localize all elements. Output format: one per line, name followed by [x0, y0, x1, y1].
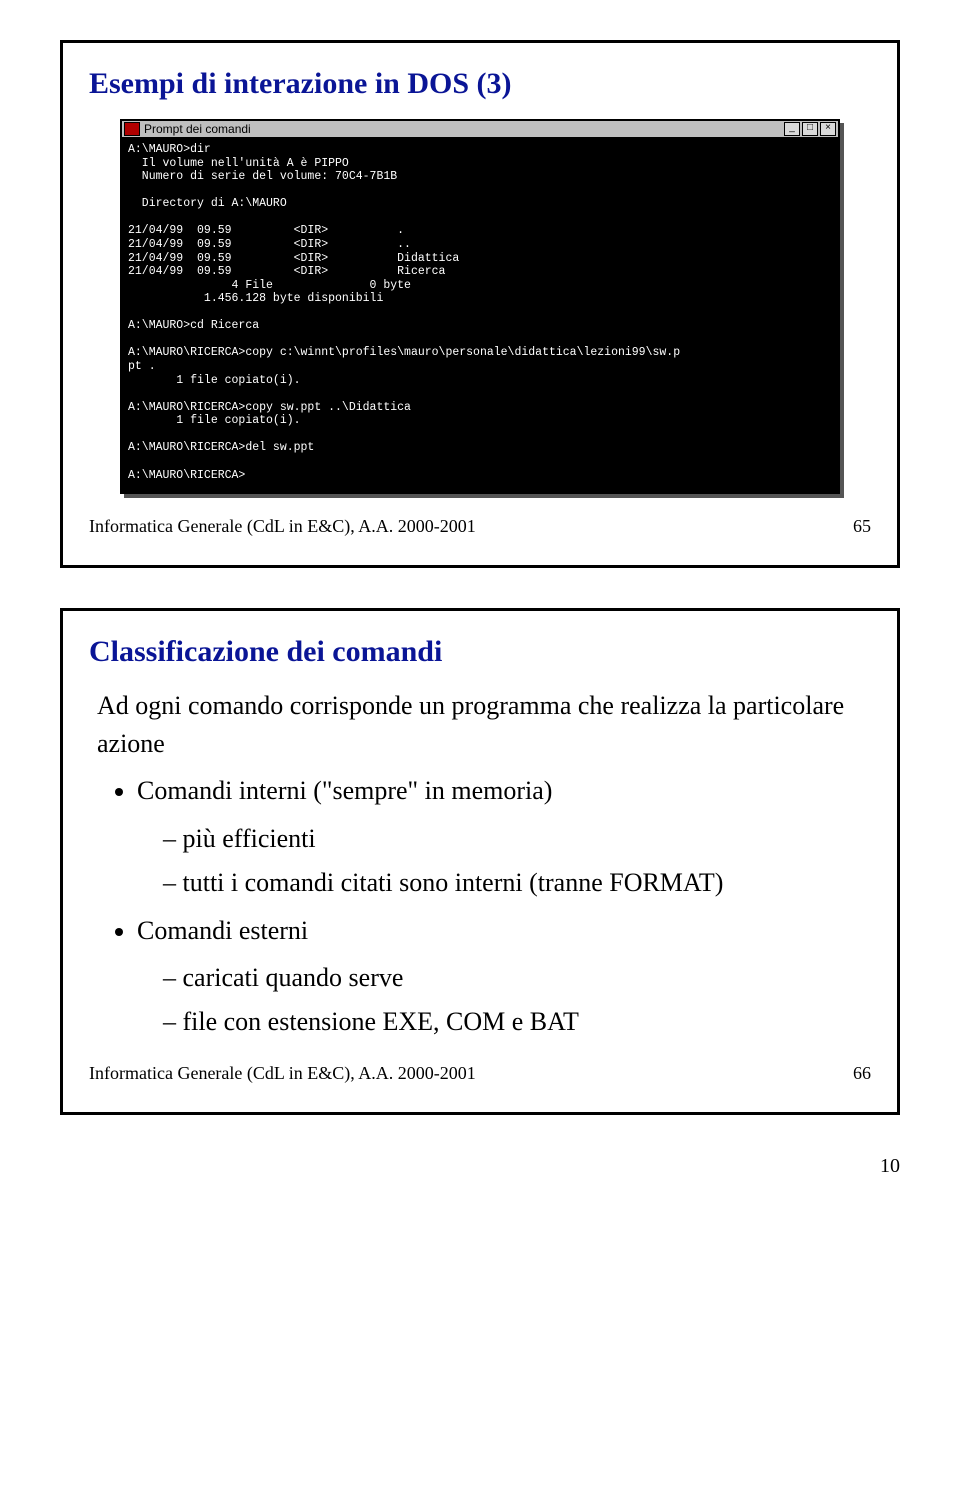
bullet-1: Comandi interni ("sempre" in memoria) — [137, 776, 552, 805]
page: Esempi di interazione in DOS (3) Prompt … — [0, 40, 960, 1178]
footer-page-number: 65 — [853, 516, 871, 537]
bullet-1a: più efficienti — [163, 820, 867, 858]
footer-page-number: 66 — [853, 1063, 871, 1084]
bullet-2a: caricati quando serve — [163, 959, 867, 997]
bullet-2b: file con estensione EXE, COM e BAT — [163, 1003, 867, 1041]
slide-2: Classificazione dei comandi Ad ogni coma… — [60, 608, 900, 1115]
dos-terminal-output: A:\MAURO>dir Il volume nell'unità A è PI… — [120, 139, 840, 494]
dos-app-icon — [124, 122, 140, 136]
minimize-button[interactable]: _ — [784, 122, 800, 136]
bullet-list: Comandi interni ("sempre" in memoria) pi… — [97, 772, 867, 1040]
dos-window: Prompt dei comandi _ □ × A:\MAURO>dir Il… — [120, 119, 840, 494]
maximize-button[interactable]: □ — [802, 122, 818, 136]
slide-1-title: Esempi di interazione in DOS (3) — [89, 67, 877, 101]
footer-left-text: Informatica Generale (CdL in E&C), A.A. … — [89, 516, 476, 537]
slide-2-title: Classificazione dei comandi — [89, 635, 877, 669]
slide-2-footer: Informatica Generale (CdL in E&C), A.A. … — [83, 1063, 877, 1084]
bullet-1b: tutti i comandi citati sono interni (tra… — [163, 864, 867, 902]
dos-titlebar-text: Prompt dei comandi — [144, 122, 251, 136]
bullet-2: Comandi esterni — [137, 916, 308, 945]
slide-2-body: Ad ogni comando corrisponde un programma… — [97, 687, 867, 1041]
close-button[interactable]: × — [820, 122, 836, 136]
slide-1-footer: Informatica Generale (CdL in E&C), A.A. … — [83, 516, 877, 537]
page-number: 10 — [0, 1155, 900, 1178]
intro-text: Ad ogni comando corrisponde un programma… — [97, 687, 867, 762]
window-controls: _ □ × — [784, 122, 836, 136]
footer-left-text: Informatica Generale (CdL in E&C), A.A. … — [89, 1063, 476, 1084]
slide-1: Esempi di interazione in DOS (3) Prompt … — [60, 40, 900, 568]
dos-titlebar: Prompt dei comandi _ □ × — [120, 119, 840, 139]
